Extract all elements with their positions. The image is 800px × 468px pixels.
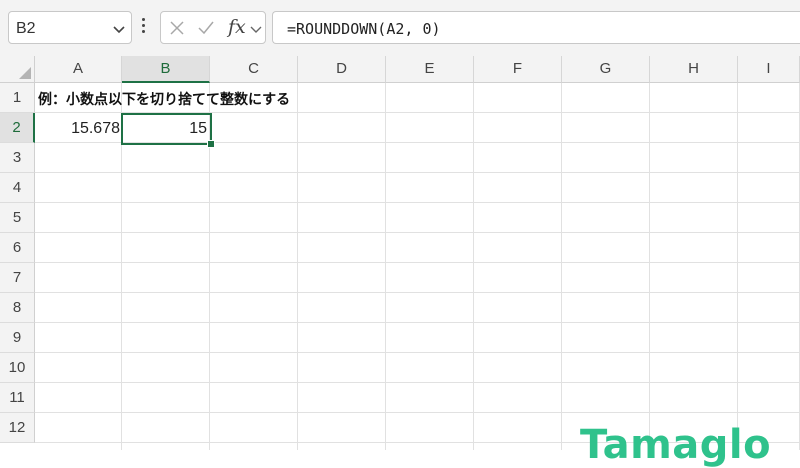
chevron-down-icon[interactable] <box>111 21 127 37</box>
row-gridline <box>35 292 800 293</box>
name-box[interactable]: B2 <box>8 11 132 44</box>
row-gridline <box>35 262 800 263</box>
row-gridline <box>35 232 800 233</box>
row-header-7[interactable]: 7 <box>0 263 35 293</box>
column-header-i[interactable]: I <box>738 56 800 83</box>
column-header-e[interactable]: E <box>386 56 474 83</box>
fill-handle[interactable] <box>207 140 215 148</box>
check-icon[interactable] <box>197 20 215 36</box>
row-header-1[interactable]: 1 <box>0 83 35 113</box>
row-header-2[interactable]: 2 <box>0 113 35 143</box>
formula-text: =ROUNDDOWN(A2, 0) <box>287 20 441 38</box>
column-gridline <box>473 83 474 450</box>
column-gridline <box>649 83 650 450</box>
row-header-10[interactable]: 10 <box>0 353 35 383</box>
formula-input[interactable]: =ROUNDDOWN(A2, 0) <box>272 11 800 44</box>
row-header-3[interactable]: 3 <box>0 143 35 173</box>
column-gridline <box>737 83 738 450</box>
formula-bar: B2 fx =ROUNDDOWN(A2, 0) <box>0 0 800 56</box>
column-gridline <box>385 83 386 450</box>
select-all-button[interactable] <box>0 56 35 83</box>
column-header-b[interactable]: B <box>122 56 210 83</box>
cancel-icon[interactable] <box>169 20 185 36</box>
row-gridline <box>35 172 800 173</box>
more-options-icon[interactable] <box>141 18 147 38</box>
row-gridline <box>35 322 800 323</box>
row-gridline <box>35 202 800 203</box>
cell-b2[interactable]: 15 <box>123 114 207 144</box>
cell-a2[interactable]: 15.678 <box>36 114 120 144</box>
row-header-6[interactable]: 6 <box>0 233 35 263</box>
column-gridline <box>297 83 298 450</box>
row-header-4[interactable]: 4 <box>0 173 35 203</box>
column-header-h[interactable]: H <box>650 56 738 83</box>
cell-a1[interactable]: 例：小数点以下を切り捨てて整数にする <box>38 84 290 114</box>
row-header-5[interactable]: 5 <box>0 203 35 233</box>
chevron-down-icon[interactable] <box>249 22 263 36</box>
row-gridline <box>35 382 800 383</box>
column-header-a[interactable]: A <box>35 56 122 83</box>
insert-function-button[interactable]: fx <box>228 16 246 38</box>
row-gridline <box>35 352 800 353</box>
row-header-8[interactable]: 8 <box>0 293 35 323</box>
column-header-c[interactable]: C <box>210 56 298 83</box>
row-header-12[interactable]: 12 <box>0 413 35 443</box>
column-header-d[interactable]: D <box>298 56 386 83</box>
row-header-9[interactable]: 9 <box>0 323 35 353</box>
column-gridline <box>561 83 562 450</box>
name-box-value: B2 <box>16 20 36 37</box>
spreadsheet-grid: ABCDEFGHI 1 2 3 4 5 6 7 8 9 10 11 12 例：小数点以下を切り捨てて整… <box>0 56 800 468</box>
column-header-g[interactable]: G <box>562 56 650 83</box>
row-gridline <box>35 412 800 413</box>
row-header-11[interactable]: 11 <box>0 383 35 413</box>
column-header-f[interactable]: F <box>474 56 562 83</box>
watermark-logo: Tamaglo <box>580 422 772 468</box>
formula-actions: fx <box>160 11 266 44</box>
